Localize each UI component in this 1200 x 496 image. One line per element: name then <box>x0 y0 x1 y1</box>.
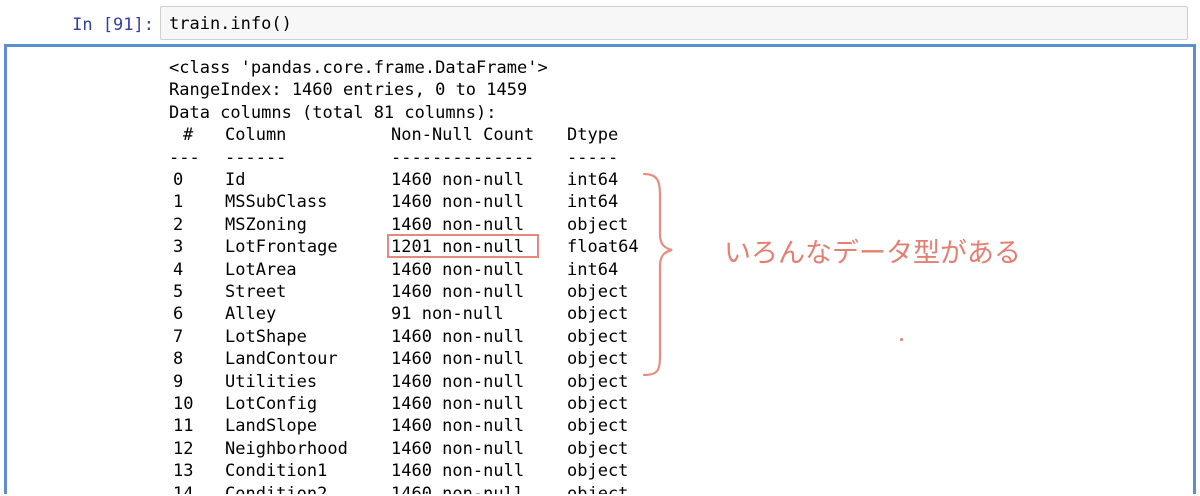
row-non-null-count: 1460 non-null <box>391 483 525 494</box>
row-column-name: LotArea <box>225 259 297 280</box>
row-non-null-count: 1460 non-null <box>391 214 525 235</box>
row-dtype: object <box>567 483 629 494</box>
row-index: 9 <box>173 371 184 392</box>
row-non-null-count: 91 non-null <box>391 304 504 325</box>
row-dtype: int64 <box>567 259 619 280</box>
separator-line: -------------- <box>391 147 535 168</box>
row-index: 0 <box>173 170 184 190</box>
highlight-box <box>387 234 539 258</box>
column-header-index: # <box>183 125 194 146</box>
row-non-null-count: 1460 non-null <box>391 326 525 347</box>
row-non-null-count: 1460 non-null <box>391 371 525 392</box>
row-index: 6 <box>173 304 184 325</box>
row-dtype: int64 <box>567 192 619 213</box>
row-column-name: Condition2 <box>225 483 328 494</box>
brace-annotation <box>642 172 673 377</box>
output-header-line: Data columns (total 81 columns): <box>169 102 497 123</box>
stray-dot <box>900 338 903 341</box>
row-non-null-count: 1460 non-null <box>391 282 525 302</box>
row-non-null-count: 1460 non-null <box>391 192 525 213</box>
column-header-dtype: Dtype <box>567 125 619 146</box>
row-index: 5 <box>173 282 184 302</box>
annotation-text: いろんなデータ型がある <box>724 238 1021 269</box>
column-header-count: Non-Null Count <box>391 125 535 146</box>
row-index: 8 <box>173 349 184 370</box>
row-index: 13 <box>173 461 194 482</box>
code-input-text[interactable]: train.info() <box>169 12 292 36</box>
row-column-name: MSZoning <box>225 214 307 235</box>
row-column-name: MSSubClass <box>225 192 328 213</box>
row-index: 10 <box>173 394 194 414</box>
row-index: 1 <box>173 192 184 213</box>
row-dtype: object <box>567 461 629 482</box>
row-non-null-count: 1460 non-null <box>391 416 525 437</box>
row-column-name: LotConfig <box>225 394 318 414</box>
row-dtype: object <box>567 371 629 392</box>
row-dtype: object <box>567 349 629 370</box>
row-column-name: LandContour <box>225 349 338 370</box>
code-input-cell[interactable]: train.info() <box>160 6 1188 40</box>
row-non-null-count: 1460 non-null <box>391 170 525 190</box>
row-index: 2 <box>173 214 184 235</box>
row-non-null-count: 1460 non-null <box>391 349 525 370</box>
row-column-name: LotShape <box>225 326 307 347</box>
row-column-name: Alley <box>225 304 277 325</box>
output-header-line: <class 'pandas.core.frame.DataFrame'> <box>169 58 548 78</box>
row-index: 7 <box>173 326 184 347</box>
row-column-name: LotFrontage <box>225 237 338 258</box>
row-column-name: Utilities <box>225 371 318 392</box>
row-dtype: int64 <box>567 170 619 190</box>
row-non-null-count: 1460 non-null <box>391 438 525 459</box>
row-index: 3 <box>173 237 184 258</box>
row-non-null-count: 1460 non-null <box>391 461 525 482</box>
row-index: 4 <box>173 259 184 280</box>
row-non-null-count: 1460 non-null <box>391 259 525 280</box>
row-column-name: Condition1 <box>225 461 328 482</box>
row-index: 11 <box>173 416 194 437</box>
row-column-name: Neighborhood <box>225 438 348 459</box>
row-column-name: Id <box>225 170 246 190</box>
row-dtype: object <box>567 394 629 414</box>
row-dtype: object <box>567 214 629 235</box>
row-index: 14 <box>173 483 194 494</box>
row-dtype: object <box>567 282 629 302</box>
cell-prompt: In [91]: <box>72 15 154 35</box>
row-index: 12 <box>173 438 194 459</box>
separator-line: ----- <box>567 147 619 168</box>
row-column-name: LandSlope <box>225 416 318 437</box>
row-non-null-count: 1460 non-null <box>391 394 525 414</box>
row-dtype: object <box>567 438 629 459</box>
separator-line: ------ <box>225 147 287 168</box>
row-dtype: object <box>567 416 629 437</box>
row-dtype: object <box>567 326 629 347</box>
row-dtype: float64 <box>567 237 639 258</box>
row-column-name: Street <box>225 282 287 302</box>
row-dtype: object <box>567 304 629 325</box>
output-header-line: RangeIndex: 1460 entries, 0 to 1459 <box>169 80 528 101</box>
column-header-name: Column <box>225 125 287 146</box>
separator-line: --- <box>169 147 200 168</box>
